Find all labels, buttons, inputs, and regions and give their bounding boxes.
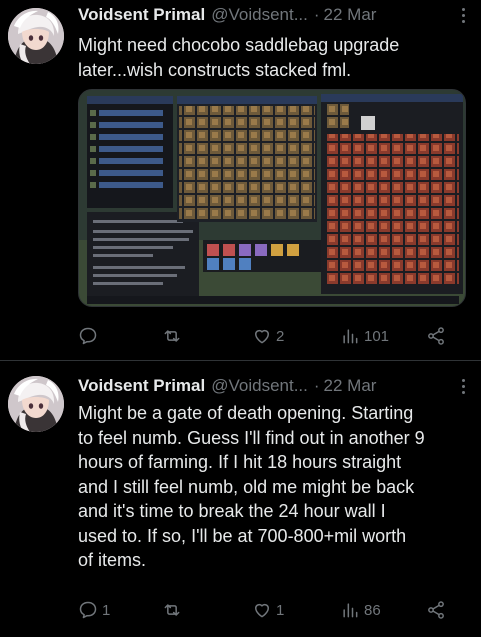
view-count: 86 [364, 601, 381, 619]
game-inventory-screenshot [79, 90, 465, 306]
tweet-date[interactable]: 22 Mar [324, 376, 377, 396]
share-icon [428, 327, 444, 345]
repost-button[interactable] [162, 598, 186, 622]
tweet-text-line: and I still feel numb, old me might be b… [78, 476, 415, 497]
tweet-text-line: Might be a gate of death opening. Starti… [78, 403, 414, 423]
tweet-text-line: and it's time to break the 24 hour wall … [78, 501, 386, 521]
avatar-icon [8, 376, 64, 432]
tweet-text-line: of items. [78, 550, 147, 570]
tweet-text-line: used to. If so, I'll be at 700-800+mil w… [78, 525, 407, 546]
views-button[interactable]: 101 [340, 324, 389, 348]
tweet[interactable]: Voidsent Primal @Voidsent... · 22 Mar Mi… [0, 0, 481, 360]
reply-icon [79, 601, 97, 619]
like-count: 2 [276, 327, 285, 345]
tweet-actions: 1 1 86 [78, 598, 463, 622]
views-button[interactable]: 86 [340, 598, 381, 622]
tweet-text: Might be a gate of death opening. Starti… [78, 401, 467, 573]
avatar-icon [8, 8, 64, 64]
views-chart-icon [343, 603, 358, 618]
views-chart-icon [343, 329, 358, 344]
author-handle[interactable]: @Voidsent... [211, 376, 308, 396]
author-name[interactable]: Voidsent Primal [78, 376, 205, 396]
like-count: 1 [276, 601, 285, 619]
tweet-text-line: Might need chocobo saddlebag upgrade [78, 35, 400, 55]
tweet-actions: 2 101 [78, 324, 463, 348]
reply-button[interactable] [78, 324, 102, 348]
heart-icon [255, 329, 269, 344]
tweet-media-image[interactable] [78, 89, 466, 307]
author-name[interactable]: Voidsent Primal [78, 5, 205, 25]
share-icon [428, 601, 444, 619]
tweet-header: Voidsent Primal @Voidsent... · 22 Mar [78, 374, 471, 398]
author-handle[interactable]: @Voidsent... [211, 5, 308, 25]
avatar[interactable] [8, 8, 64, 64]
separator-dot: · [313, 376, 320, 395]
share-button[interactable] [426, 598, 446, 622]
more-options-icon[interactable] [455, 374, 471, 398]
tweet-date[interactable]: 22 Mar [324, 5, 377, 25]
tweet-header: Voidsent Primal @Voidsent... · 22 Mar [78, 3, 471, 27]
reply-count: 1 [102, 601, 111, 619]
tweet[interactable]: Voidsent Primal @Voidsent... · 22 Mar Mi… [0, 361, 481, 637]
reply-button[interactable]: 1 [78, 598, 110, 622]
repost-icon [164, 330, 180, 342]
repost-button[interactable] [162, 324, 186, 348]
separator-dot: · [313, 5, 320, 24]
tweet-text-line: later...wish constructs stacked fml. [78, 59, 352, 80]
tweet-text-line: hours of farming. If I hit 18 hours stra… [78, 452, 402, 472]
share-button[interactable] [426, 324, 446, 348]
like-button[interactable]: 1 [252, 598, 284, 622]
avatar[interactable] [8, 376, 64, 432]
like-button[interactable]: 2 [252, 324, 284, 348]
repost-icon [164, 604, 180, 616]
tweet-text: Might need chocobo saddlebag upgrade lat… [78, 33, 467, 82]
view-count: 101 [364, 327, 390, 345]
heart-icon [255, 603, 269, 618]
tweet-text-line: to feel numb. Guess I'll find out in ano… [78, 427, 425, 448]
more-options-icon[interactable] [455, 3, 471, 27]
reply-icon [79, 327, 97, 345]
